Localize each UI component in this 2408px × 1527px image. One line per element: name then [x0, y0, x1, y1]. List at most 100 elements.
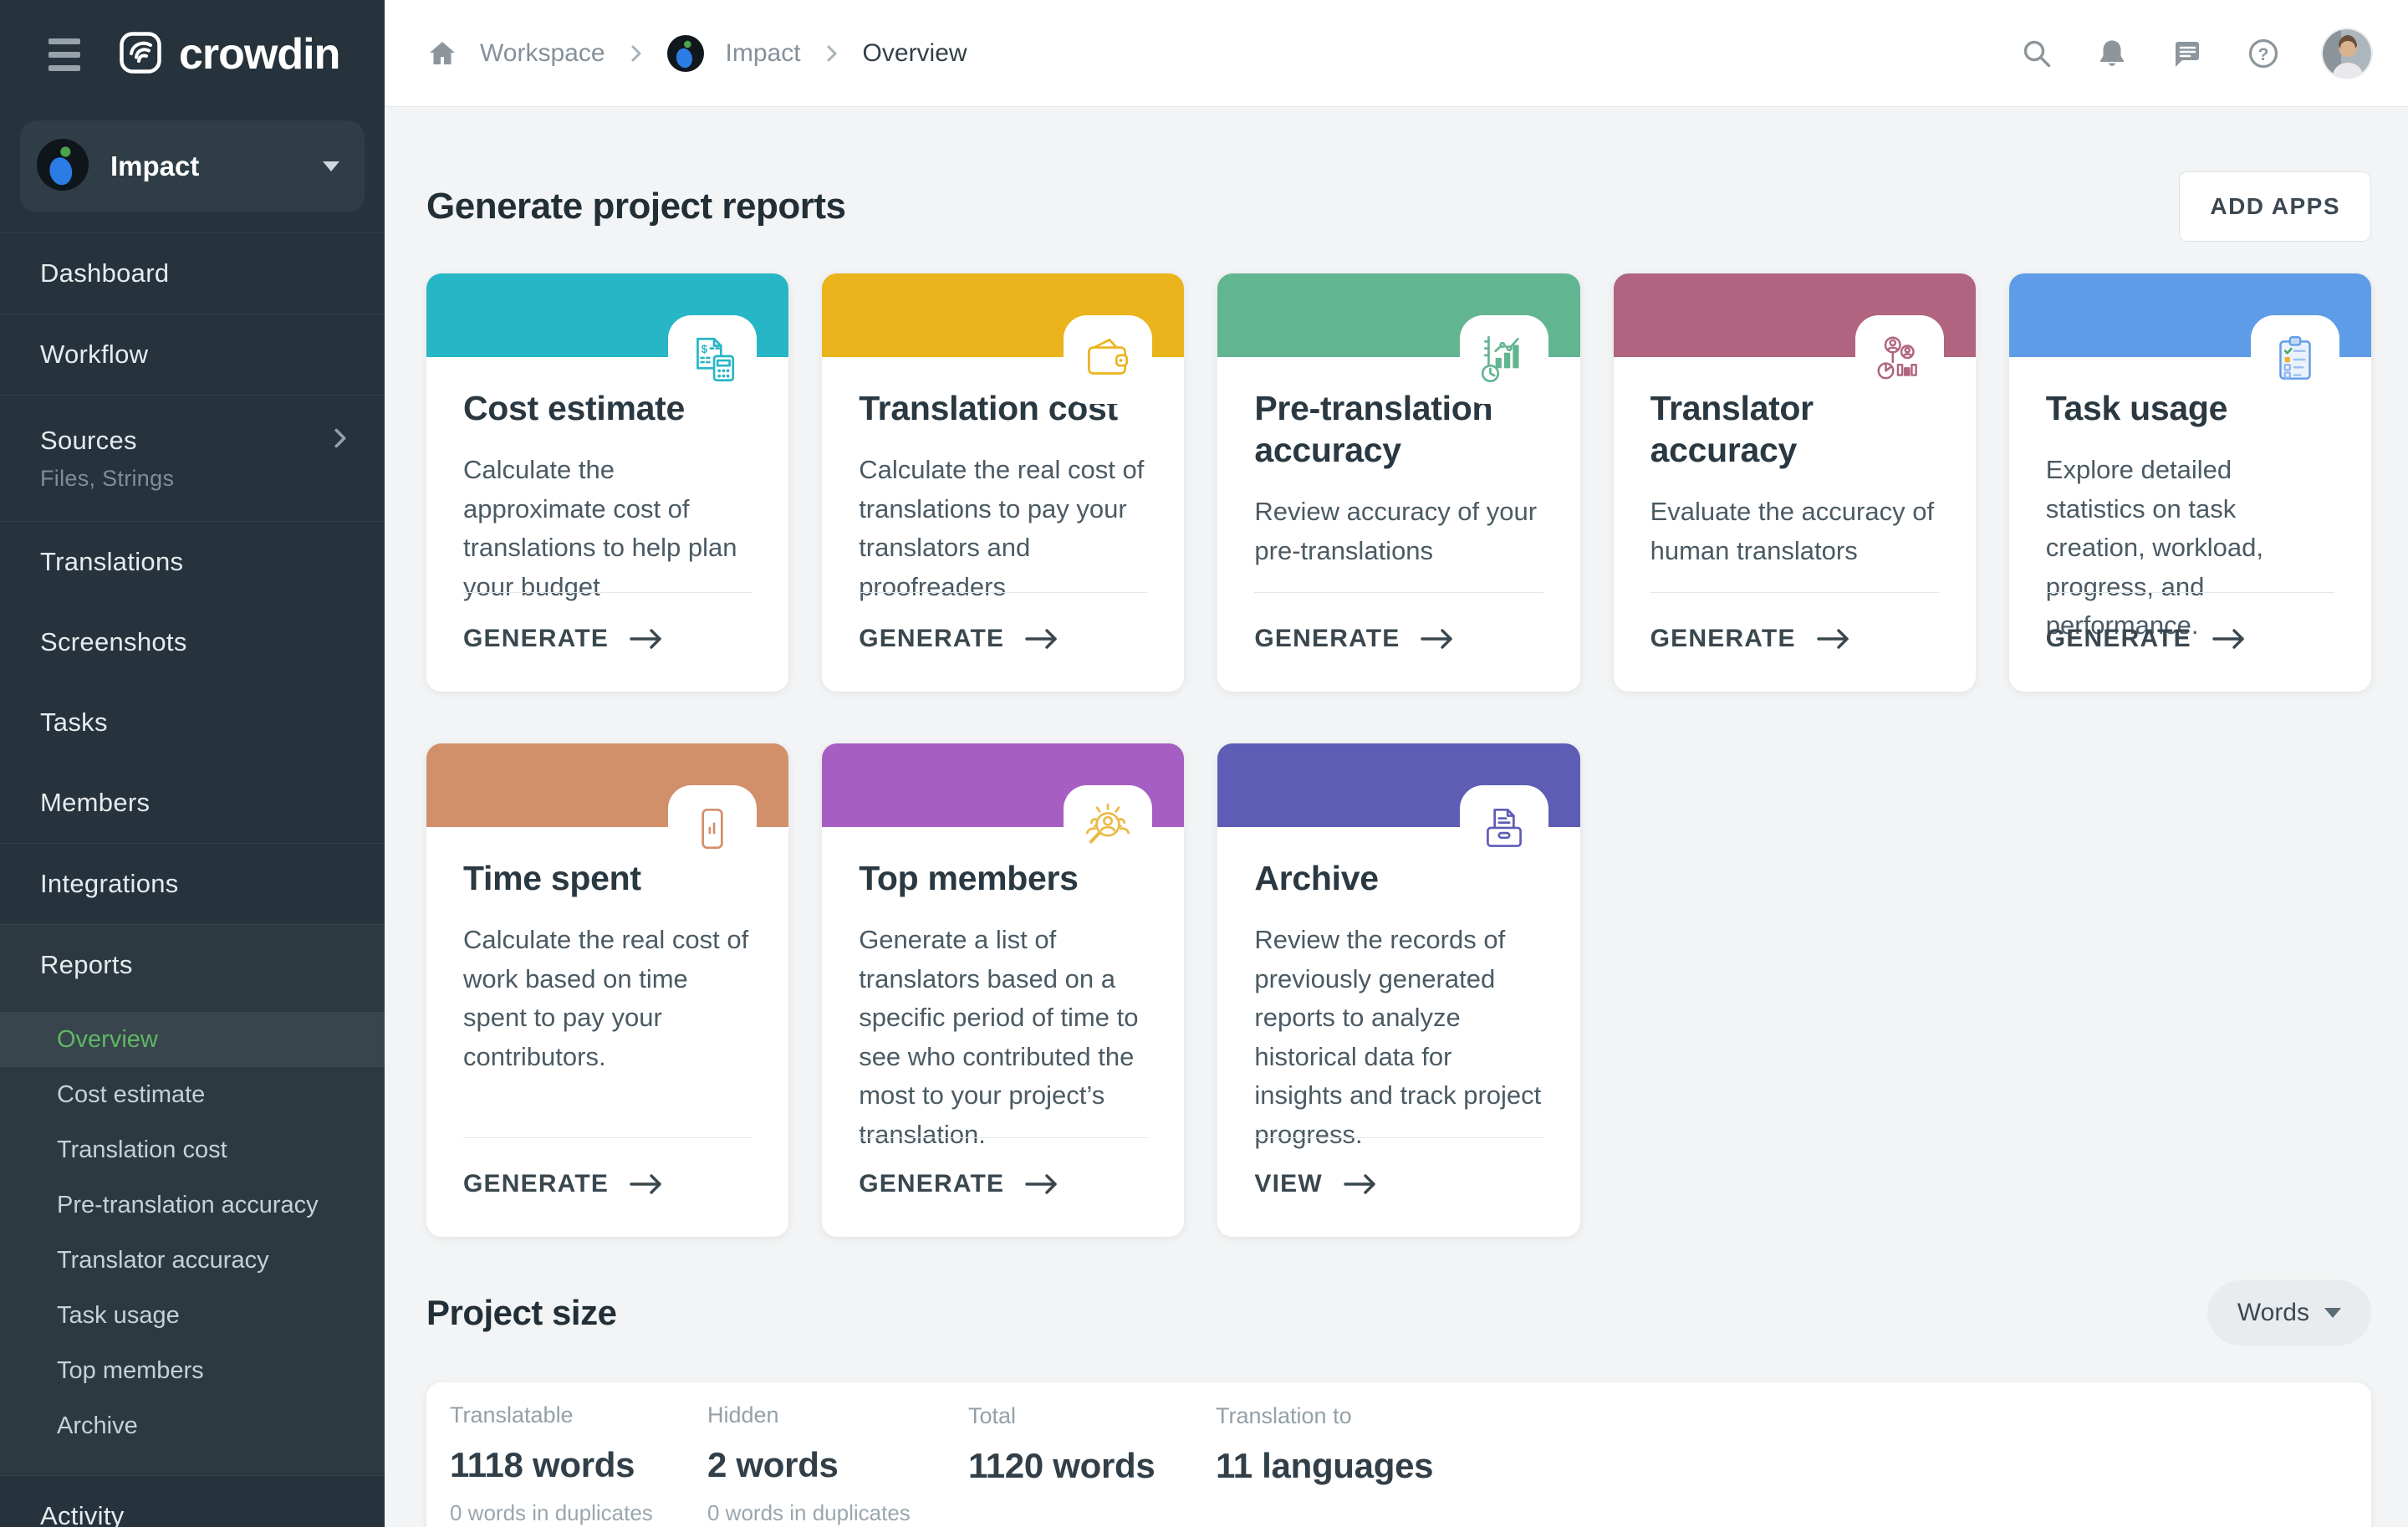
topbar: Workspace Impact Overview	[385, 0, 2408, 107]
breadcrumb: Workspace Impact Overview	[426, 35, 967, 72]
breadcrumb-overview: Overview	[863, 39, 967, 68]
generate-link-time-spent[interactable]: GENERATE	[463, 1137, 752, 1237]
arrow-right-icon	[629, 1172, 666, 1196]
sidebar-item-members[interactable]: Members	[0, 763, 385, 843]
arrow-right-icon	[629, 627, 666, 651]
sidebar: crowdin Impact DashboardWorkflowSourcesF…	[0, 0, 385, 1527]
card-action-label: GENERATE	[463, 625, 609, 653]
sidebar-item-sublabel: Files, Strings	[40, 466, 351, 492]
card-action-label: GENERATE	[859, 1170, 1004, 1198]
sidebar-item-tasks[interactable]: Tasks	[0, 682, 385, 763]
stat-note	[1216, 1501, 2371, 1526]
generate-link-translator-accuracy[interactable]: GENERATE	[1650, 592, 1939, 692]
sidebar-item-dashboard[interactable]: Dashboard	[0, 233, 385, 314]
card-description: Review accuracy of your pre-translations	[1254, 493, 1543, 570]
stat-label: Translatable	[450, 1402, 707, 1428]
sidebar-subitem-task-usage[interactable]: Task usage	[0, 1288, 385, 1343]
breadcrumb-project-avatar	[667, 35, 704, 72]
sidebar-subitem-translator-accuracy[interactable]: Translator accuracy	[0, 1233, 385, 1288]
sidebar-group: Activity	[0, 1475, 385, 1527]
report-cards-row-2: Time spentCalculate the real cost of wor…	[426, 743, 2371, 1237]
stat-label: Hidden	[707, 1402, 968, 1428]
home-icon[interactable]	[426, 38, 458, 69]
invoice-calculator-icon: $	[668, 315, 757, 404]
card-description: Calculate the real cost of work based on…	[463, 921, 752, 1076]
arrow-right-icon	[1420, 627, 1457, 651]
stat-note: 0 words in duplicates	[707, 1500, 968, 1526]
topbar-actions: ?	[2020, 29, 2371, 78]
stat-label: Total	[968, 1403, 1216, 1429]
report-card-time-spent: Time spentCalculate the real cost of wor…	[426, 743, 788, 1237]
chart-magnifier-icon	[1460, 315, 1548, 404]
view-link-archive[interactable]: VIEW	[1254, 1137, 1543, 1237]
section-header: Generate project reports ADD APPS	[426, 171, 2371, 242]
archive-box-icon	[1460, 785, 1548, 874]
sidebar-item-activity[interactable]: Activity	[0, 1476, 385, 1527]
sidebar-item-sources[interactable]: SourcesFiles, Strings	[0, 396, 385, 521]
chevron-down-icon	[2324, 1308, 2341, 1318]
sidebar-item-workflow[interactable]: Workflow	[0, 314, 385, 395]
add-apps-button[interactable]: ADD APPS	[2179, 171, 2371, 242]
crowdin-logo[interactable]: crowdin	[119, 29, 339, 79]
unit-selector[interactable]: Words	[2207, 1280, 2371, 1346]
sidebar-item-integrations[interactable]: Integrations	[0, 844, 385, 924]
user-avatar[interactable]	[2323, 29, 2371, 78]
sidebar-subitem-overview[interactable]: Overview	[0, 1012, 385, 1067]
sidebar-item-translations[interactable]: Translations	[0, 522, 385, 602]
stat-note: 0 words in duplicates	[450, 1500, 707, 1526]
notifications-icon[interactable]	[2095, 37, 2129, 70]
arrow-right-icon	[1024, 627, 1061, 651]
unit-selector-label: Words	[2237, 1299, 2309, 1327]
sidebar-header: crowdin	[0, 0, 385, 109]
card-action-label: GENERATE	[463, 1170, 609, 1198]
generate-link-task-usage[interactable]: GENERATE	[2046, 592, 2334, 692]
stat-value: 2 words	[707, 1445, 968, 1485]
sidebar-group: Integrations	[0, 843, 385, 924]
sidebar-item-screenshots[interactable]: Screenshots	[0, 602, 385, 682]
stat-total: Total1120 words	[968, 1403, 1216, 1526]
messages-icon[interactable]	[2171, 37, 2204, 70]
clipboard-list-icon	[2251, 315, 2339, 404]
sidebar-subitem-pre-translation-accuracy[interactable]: Pre-translation accuracy	[0, 1177, 385, 1233]
project-name: Impact	[110, 151, 199, 182]
sidebar-subitem-translation-cost[interactable]: Translation cost	[0, 1122, 385, 1177]
report-card-pre-translation-accuracy: Pre-translation accuracyReview accuracy …	[1217, 273, 1579, 692]
page-title: Generate project reports	[426, 186, 846, 227]
generate-link-cost-estimate[interactable]: GENERATE	[463, 592, 752, 692]
sidebar-subitem-archive[interactable]: Archive	[0, 1398, 385, 1453]
arrow-right-icon	[2212, 627, 2248, 651]
sidebar-subitem-cost-estimate[interactable]: Cost estimate	[0, 1067, 385, 1122]
svg-text:?: ?	[2258, 45, 2269, 64]
report-card-archive: ArchiveReview the records of previously …	[1217, 743, 1579, 1237]
generate-link-translation-cost[interactable]: GENERATE	[859, 592, 1147, 692]
wallet-icon	[1064, 315, 1152, 404]
sidebar-subitem-top-members[interactable]: Top members	[0, 1343, 385, 1398]
report-card-translation-cost: Translation costCalculate the real cost …	[822, 273, 1184, 692]
card-action-label: GENERATE	[859, 625, 1004, 653]
sidebar-group: SourcesFiles, Strings	[0, 395, 385, 521]
breadcrumb-workspace[interactable]: Workspace	[480, 39, 605, 68]
sidebar-nav: DashboardWorkflowSourcesFiles, StringsTr…	[0, 232, 385, 1527]
generate-link-top-members[interactable]: GENERATE	[859, 1137, 1147, 1237]
crowdin-logo-text: crowdin	[179, 29, 339, 79]
chevron-down-icon	[323, 161, 339, 171]
search-icon[interactable]	[2020, 37, 2053, 70]
stat-note	[968, 1501, 1216, 1526]
svg-text:$: $	[701, 343, 708, 355]
project-size-header: Project size Words	[426, 1280, 2371, 1346]
generate-link-pre-translation-accuracy[interactable]: GENERATE	[1254, 592, 1543, 692]
card-action-label: GENERATE	[2046, 625, 2191, 653]
project-size-card: Translatable1118 words0 words in duplica…	[426, 1382, 2371, 1527]
sidebar-item-reports[interactable]: Reports	[0, 925, 385, 1005]
card-description: Calculate the real cost of translations …	[859, 451, 1147, 606]
project-selector[interactable]: Impact	[20, 120, 365, 212]
menu-icon[interactable]	[48, 38, 80, 71]
card-description: Calculate the approximate cost of transl…	[463, 451, 752, 606]
card-action-label: GENERATE	[1650, 625, 1796, 653]
report-card-translator-accuracy: Translator accuracyEvaluate the accuracy…	[1614, 273, 1976, 692]
breadcrumb-impact[interactable]: Impact	[726, 39, 801, 68]
sidebar-group: TranslationsScreenshotsTasksMembers	[0, 521, 385, 843]
card-description: Evaluate the accuracy of human translato…	[1650, 493, 1939, 570]
help-icon[interactable]: ?	[2246, 36, 2281, 71]
report-card-top-members: Top membersGenerate a list of translator…	[822, 743, 1184, 1237]
